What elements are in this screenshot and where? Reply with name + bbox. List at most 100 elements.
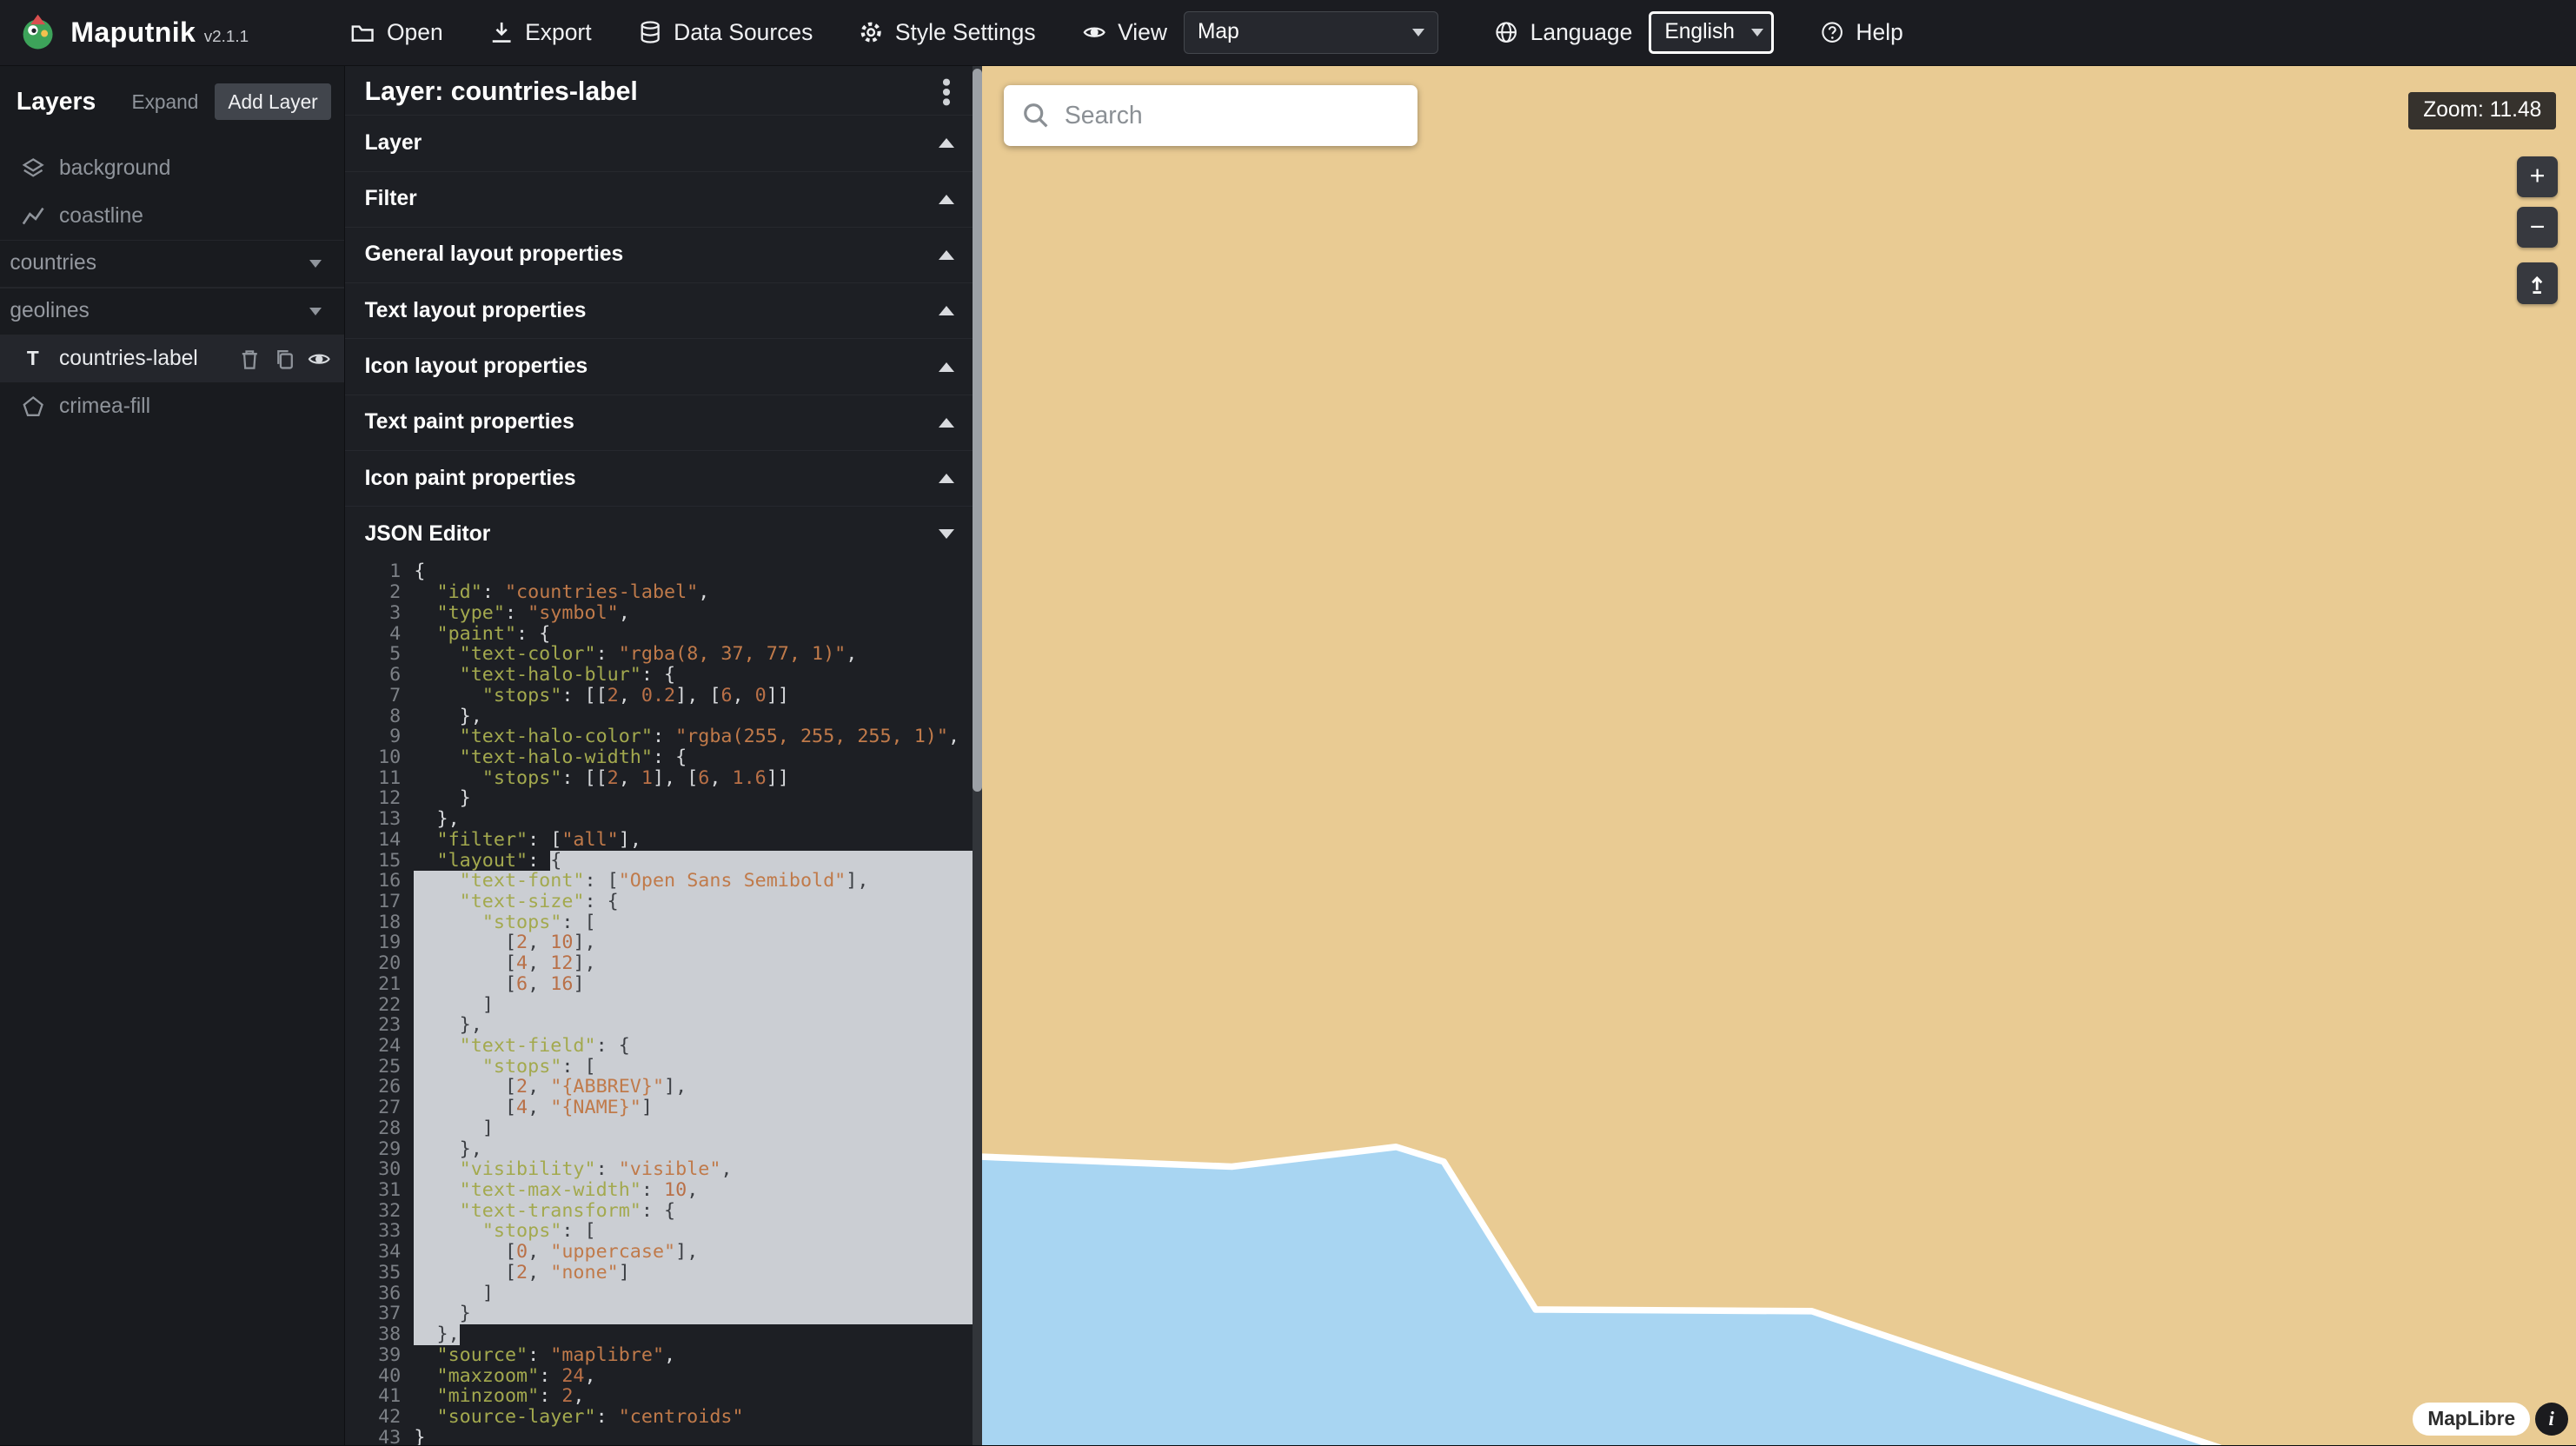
code-line[interactable]: 13 }, [345,809,973,830]
layer-list: background coastline countries geolines … [0,144,344,430]
chevron-down-icon [939,529,954,539]
visibility-icon[interactable] [308,348,330,370]
search-input[interactable] [1065,102,1400,130]
kebab-menu-icon[interactable] [943,89,950,96]
zoom-in-button[interactable]: + [2517,156,2558,197]
json-editor-code[interactable]: 1{2 "id": "countries-label",3 "type": "s… [345,561,973,1445]
zoom-out-button[interactable]: − [2517,207,2558,248]
section-json-editor[interactable]: JSON Editor [345,506,982,561]
code-line[interactable]: 39 "source": "maplibre", [345,1345,973,1366]
code-line[interactable]: 27 [4, "{NAME}"] [345,1098,973,1118]
layer-item-background[interactable]: background [0,144,344,192]
section-layer[interactable]: Layer [345,115,982,170]
panel-title: Layer: countries-label [365,77,638,107]
view-menu-button[interactable]: View [1082,19,1167,46]
code-line[interactable]: 36 ] [345,1283,973,1304]
code-line[interactable]: 4 "paint": { [345,624,973,645]
scrollbar-thumb[interactable] [973,69,982,792]
code-line[interactable]: 32 "text-transform": { [345,1201,973,1222]
line-number: 31 [345,1180,414,1201]
code-line[interactable]: 31 "text-max-width": 10, [345,1180,973,1201]
code-line[interactable]: 37 } [345,1303,973,1324]
code-line[interactable]: 24 "text-field": { [345,1036,973,1057]
open-button[interactable]: Open [350,19,442,46]
code-line[interactable]: 5 "text-color": "rgba(8, 37, 77, 1)", [345,644,973,665]
code-line[interactable]: 23 }, [345,1015,973,1036]
code-line[interactable]: 10 "text-halo-width": { [345,747,973,768]
section-general-layout[interactable]: General layout properties [345,227,982,282]
line-number: 14 [345,830,414,851]
compass-button[interactable] [2517,262,2558,303]
code-line[interactable]: 22 ] [345,995,973,1016]
expand-button[interactable]: Expand [131,90,198,114]
maplibre-attribution-link[interactable]: MapLibre [2413,1403,2530,1436]
code-line[interactable]: 20 [4, 12], [345,953,973,974]
add-layer-button[interactable]: Add Layer [215,83,331,120]
export-button[interactable]: Export [489,19,592,46]
line-number: 17 [345,892,414,912]
code-line[interactable]: 6 "text-halo-blur": { [345,665,973,686]
code-line[interactable]: 17 "text-size": { [345,892,973,912]
help-button[interactable]: Help [1820,19,1903,46]
code-line[interactable]: 25 "stops": [ [345,1057,973,1078]
code-line[interactable]: 40 "maxzoom": 24, [345,1366,973,1387]
code-line[interactable]: 21 [6, 16] [345,974,973,995]
code-line[interactable]: 19 [2, 10], [345,932,973,953]
code-line[interactable]: 7 "stops": [[2, 0.2], [6, 0]] [345,686,973,706]
code-line[interactable]: 2 "id": "countries-label", [345,582,973,603]
code-line[interactable]: 26 [2, "{ABBREV}"], [345,1077,973,1098]
code-line[interactable]: 29 }, [345,1139,973,1160]
code-line[interactable]: 33 "stops": [ [345,1221,973,1242]
line-number: 1 [345,561,414,582]
view-select[interactable]: Map [1184,11,1438,54]
line-number: 2 [345,582,414,603]
info-icon[interactable]: i [2535,1403,2568,1436]
code-line[interactable]: 41 "minzoom": 2, [345,1386,973,1407]
map-search-box [1004,85,1417,146]
section-icon-layout[interactable]: Icon layout properties [345,338,982,394]
code-line[interactable]: 38 }, [345,1324,973,1345]
code-line[interactable]: 15 "layout": { [345,851,973,872]
code-line[interactable]: 42 "source-layer": "centroids" [345,1407,973,1428]
code-line[interactable]: 34 [0, "uppercase"], [345,1242,973,1263]
panel-scrollbar[interactable] [973,66,982,1446]
section-icon-paint[interactable]: Icon paint properties [345,450,982,506]
delete-layer-icon[interactable] [239,348,261,370]
layer-item-crimea-fill[interactable]: crimea-fill [0,382,344,430]
search-icon [1022,102,1050,129]
map-attribution: MapLibre i [2413,1403,2567,1436]
section-label: General layout properties [365,242,624,267]
code-line[interactable]: 14 "filter": ["all"], [345,830,973,851]
code-line[interactable]: 35 [2, "none"] [345,1263,973,1283]
code-line[interactable]: 16 "text-font": ["Open Sans Semibold"], [345,871,973,892]
layer-item-coastline[interactable]: coastline [0,192,344,240]
layer-item-countries-label[interactable]: T countries-label [0,335,344,383]
language-select[interactable]: English [1649,11,1774,54]
code-line[interactable]: 30 "visibility": "visible", [345,1159,973,1180]
code-line[interactable]: 12 } [345,788,973,809]
code-line[interactable]: 1{ [345,561,973,582]
code-line[interactable]: 3 "type": "symbol", [345,603,973,624]
language-menu-button[interactable]: Language [1494,19,1632,46]
code-line[interactable]: 43} [345,1428,973,1446]
code-line[interactable]: 18 "stops": [ [345,912,973,933]
minus-icon: − [2530,213,2546,242]
map-area[interactable]: Zoom: 11.48 + − MapLibre i [982,66,2576,1446]
eye-icon [1082,20,1106,44]
style-settings-button[interactable]: Style Settings [859,19,1035,46]
code-line[interactable]: 8 }, [345,706,973,727]
fill-polygon-icon [20,394,46,420]
maputnik-logo-icon [17,11,59,54]
code-line[interactable]: 11 "stops": [[2, 1], [6, 1.6]] [345,768,973,789]
copy-layer-icon[interactable] [274,348,295,370]
line-number: 9 [345,726,414,747]
data-sources-button[interactable]: Data Sources [638,19,813,46]
code-line[interactable]: 28 ] [345,1118,973,1139]
code-line[interactable]: 9 "text-halo-color": "rgba(255, 255, 255… [345,726,973,747]
section-text-layout[interactable]: Text layout properties [345,282,982,338]
layer-group-geolines[interactable]: geolines [0,288,344,335]
section-filter[interactable]: Filter [345,171,982,227]
layer-group-countries[interactable]: countries [0,240,344,288]
section-text-paint[interactable]: Text paint properties [345,395,982,450]
help-icon [1820,20,1844,44]
